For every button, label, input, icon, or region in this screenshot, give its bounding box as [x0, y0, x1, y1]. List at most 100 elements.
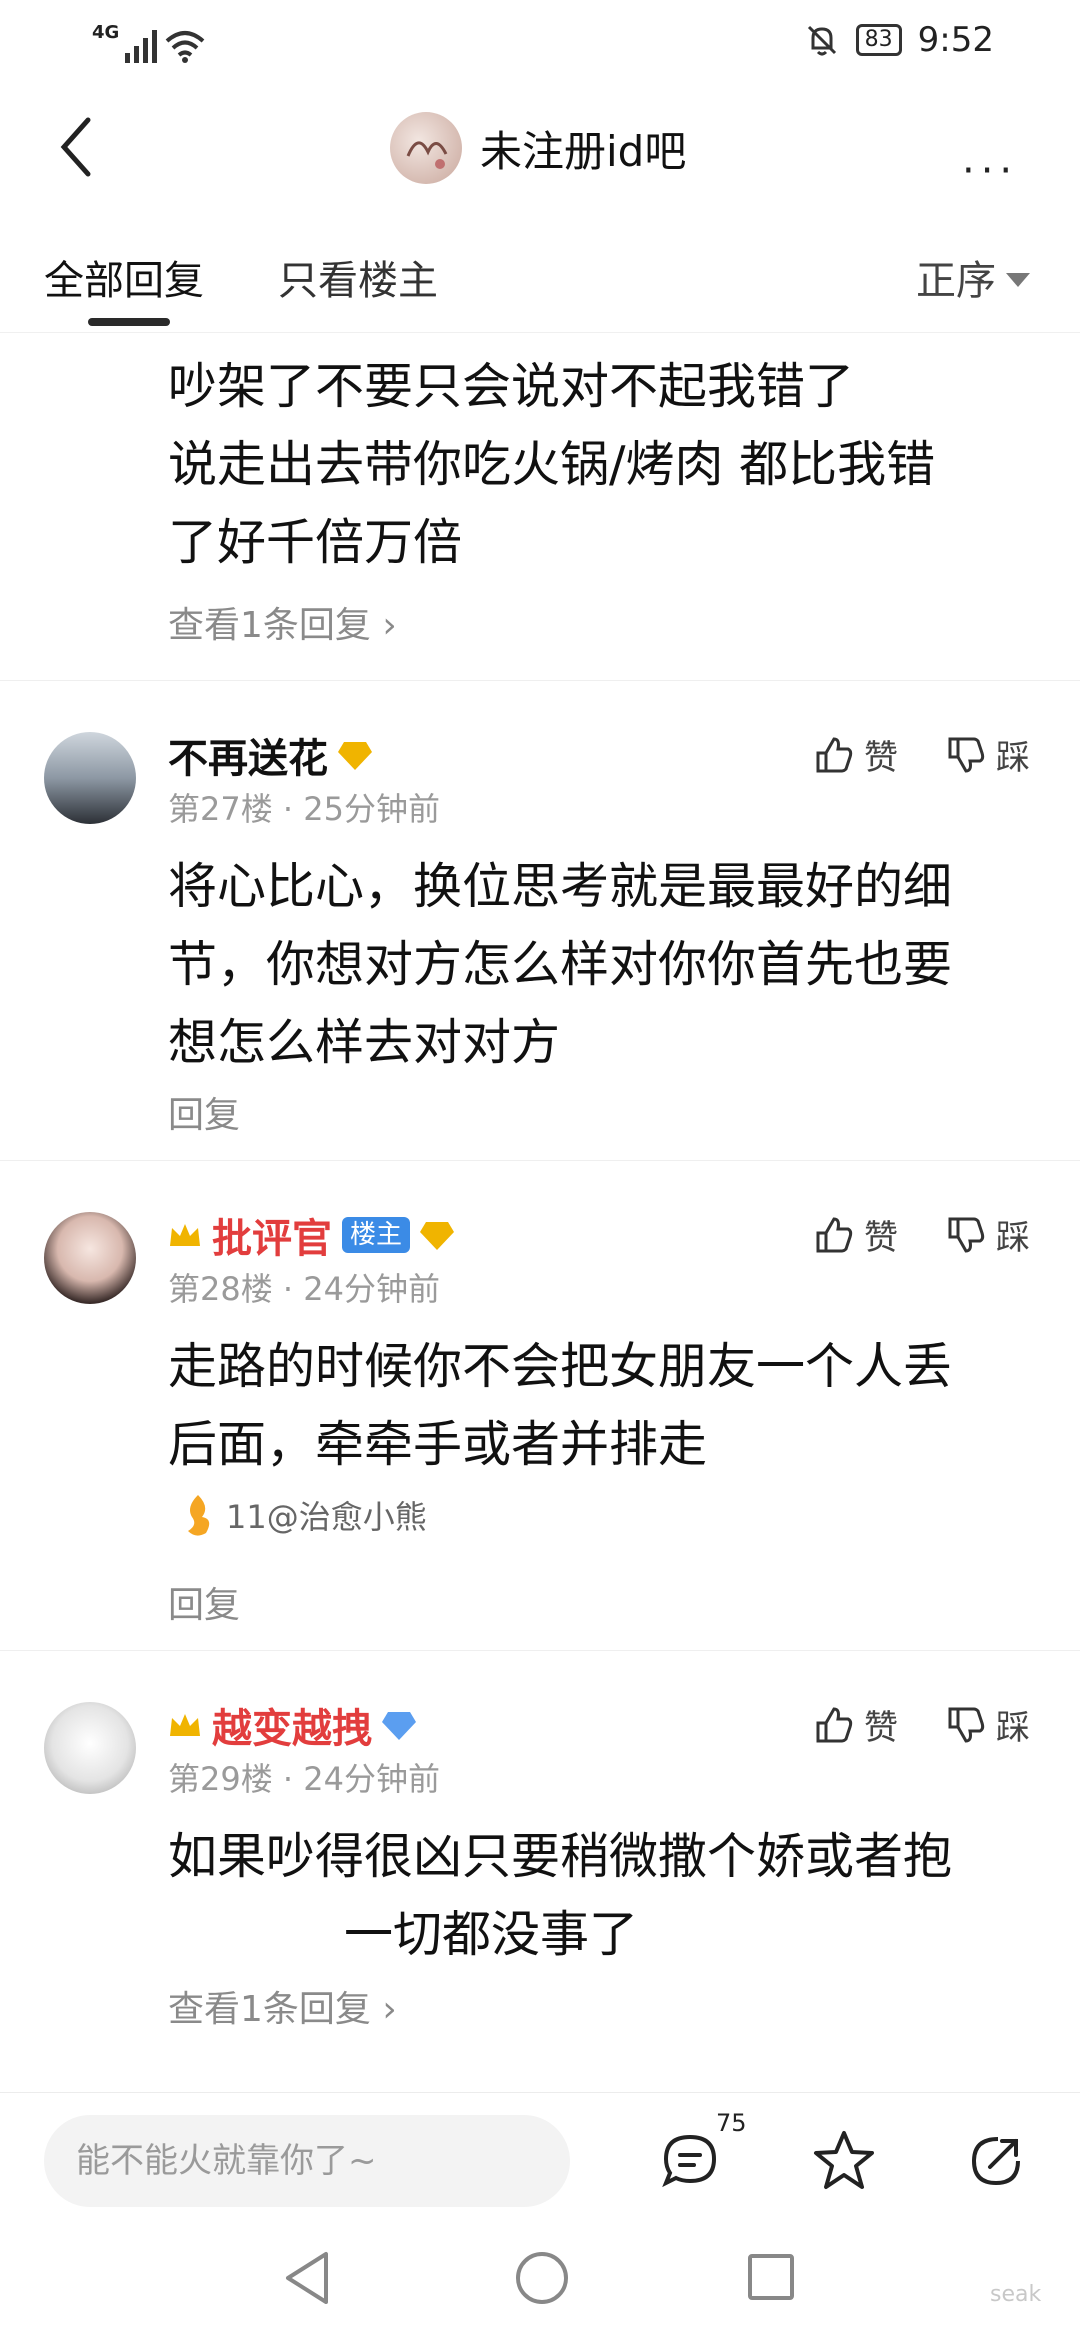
more-icon: ···	[962, 148, 1019, 194]
comment-bubble-icon	[662, 2134, 717, 2188]
forum-header[interactable]: 未注册id吧	[390, 112, 686, 184]
view-replies-label: 查看1条回复	[168, 605, 371, 646]
post-line: 一切都没事了	[344, 1906, 639, 1963]
chevron-right-icon: ›	[382, 1989, 397, 2030]
system-nav-bar: seak	[0, 2212, 1080, 2340]
comment-bar: 75	[0, 2092, 1080, 2213]
tab-all-replies[interactable]: 全部回复	[44, 248, 204, 306]
like-label: 赞	[864, 738, 898, 778]
active-tab-indicator	[88, 318, 170, 326]
post-partial: 吵架了不要只会说对不起我错了 说走出去带你吃火锅/烤肉 都比我错 了好千倍万倍 …	[168, 348, 1048, 648]
network-type: 4G	[92, 22, 120, 43]
dislike-label: 踩	[996, 738, 1030, 778]
divider	[0, 1650, 1080, 1651]
sort-dropdown[interactable]: 正序	[916, 248, 1030, 306]
chevron-right-icon: ›	[382, 605, 397, 646]
avatar[interactable]	[44, 1212, 136, 1304]
post-line: 将心比心，换位思考就是最最好的细	[168, 858, 953, 915]
dislike-button[interactable]: 踩	[946, 1700, 1030, 1749]
top-nav: 未注册id吧 ···	[0, 98, 1080, 208]
more-options-button[interactable]: ···	[962, 148, 1018, 194]
caret-down-icon	[1006, 273, 1030, 287]
share-icon	[971, 2137, 1020, 2186]
wifi-icon	[165, 31, 205, 63]
comment-input[interactable]	[44, 2115, 570, 2207]
thumbs-up-icon	[816, 1706, 853, 1742]
post-29: 越变越拽 第29楼 · 24分钟前 赞 踩 如果吵得很凶只要稍微撒个娇或者抱 一…	[0, 1690, 1080, 2050]
like-button[interactable]: 赞	[814, 1700, 898, 1749]
dislike-button[interactable]: 踩	[946, 1210, 1030, 1259]
username[interactable]: 不再送花	[168, 726, 328, 784]
post-line: 如果吵得很凶只要稍微撒个娇或者抱	[168, 1828, 953, 1885]
username[interactable]: 批评官	[212, 1206, 332, 1264]
like-label: 赞	[864, 1218, 898, 1258]
signal-icon	[125, 30, 158, 63]
system-recents-button[interactable]	[746, 2252, 796, 2306]
reply-filter-tabs: 全部回复 只看楼主 正序	[0, 236, 1080, 333]
mute-bell-icon	[807, 25, 836, 56]
avatar[interactable]	[44, 1702, 136, 1794]
level-badge-icon	[382, 1712, 416, 1740]
thumbs-up-icon	[816, 736, 853, 772]
thumbs-up-icon	[816, 1216, 853, 1252]
view-replies-link[interactable]: 查看1条回复 ›	[168, 596, 1048, 648]
thumbs-down-icon	[948, 1217, 985, 1253]
forum-name: 未注册id吧	[480, 126, 687, 176]
flame-icon	[188, 1495, 210, 1536]
tail-signature: 11@治愈小熊	[180, 1492, 427, 1538]
post-line: 说走出去带你吃火锅/烤肉 都比我错	[168, 436, 936, 493]
comment-input-box[interactable]	[44, 2115, 570, 2207]
dislike-label: 踩	[996, 1218, 1030, 1258]
floor-time: 第27楼 · 25分钟前	[168, 790, 440, 828]
user-line: 不再送花	[168, 726, 372, 784]
comments-button[interactable]	[660, 2131, 720, 2195]
user-line: 越变越拽	[168, 1696, 416, 1754]
back-button[interactable]	[56, 112, 116, 192]
system-back-button[interactable]	[282, 2250, 334, 2310]
chevron-left-icon	[60, 117, 91, 177]
square-recents-icon	[748, 2254, 794, 2300]
dislike-label: 踩	[996, 1708, 1030, 1748]
battery-indicator: 83	[855, 24, 902, 56]
tab-owner-only[interactable]: 只看楼主	[278, 248, 438, 306]
post-content: 吵架了不要只会说对不起我错了 说走出去带你吃火锅/烤肉 都比我错 了好千倍万倍	[168, 348, 1048, 582]
crown-icon	[170, 1714, 200, 1736]
post-line: 吵架了不要只会说对不起我错了	[168, 358, 855, 415]
signal-wifi-group: 4G	[92, 22, 205, 63]
post-content: 将心比心，换位思考就是最最好的细 节，你想对方怎么样对你你首先也要 想怎么样去对…	[168, 848, 1048, 1082]
dislike-button[interactable]: 踩	[946, 730, 1030, 779]
status-right: 83 9:52	[804, 20, 994, 60]
triangle-back-icon	[286, 2252, 328, 2304]
post-28: 批评官 楼主 第28楼 · 24分钟前 赞 踩 走路的时候你不会把女朋友一个人丢…	[0, 1200, 1080, 1640]
favorite-button[interactable]	[812, 2129, 876, 2197]
level-badge-icon	[420, 1222, 455, 1250]
post-content: 走路的时候你不会把女朋友一个人丢 后面，牵牵手或者并排走	[168, 1328, 1048, 1484]
thumbs-down-icon	[948, 1707, 985, 1743]
thumbs-down-icon	[948, 737, 985, 773]
system-home-button[interactable]	[514, 2250, 570, 2310]
share-button[interactable]	[966, 2131, 1026, 2195]
sort-label: 正序	[916, 258, 996, 304]
comment-count: 75	[716, 2109, 747, 2137]
post-content: 如果吵得很凶只要稍微撒个娇或者抱 一切都没事了	[168, 1818, 1048, 1974]
divider	[0, 680, 1080, 681]
view-replies-link[interactable]: 查看1条回复 ›	[168, 1980, 397, 2032]
user-line: 批评官 楼主	[168, 1206, 455, 1264]
post-line: 节，你想对方怎么样对你你首先也要	[168, 936, 953, 993]
floor-time: 第29楼 · 24分钟前	[168, 1760, 440, 1798]
post-line: 想怎么样去对对方	[168, 1014, 561, 1071]
tail-text: 11@治愈小熊	[226, 1498, 427, 1536]
like-button[interactable]: 赞	[814, 730, 898, 779]
floor-time: 第28楼 · 24分钟前	[168, 1270, 440, 1308]
circle-home-icon	[516, 2252, 568, 2304]
post-27: 不再送花 第27楼 · 25分钟前 赞 踩 将心比心，换位思考就是最最好的细 节…	[0, 720, 1080, 1140]
crown-icon	[170, 1224, 200, 1246]
reply-link[interactable]: 回复	[168, 1576, 240, 1628]
view-replies-label: 查看1条回复	[168, 1989, 371, 2030]
username[interactable]: 越变越拽	[212, 1696, 372, 1754]
avatar[interactable]	[44, 732, 136, 824]
like-button[interactable]: 赞	[814, 1210, 898, 1259]
reply-link[interactable]: 回复	[168, 1086, 240, 1138]
owner-badge: 楼主	[342, 1217, 411, 1253]
divider	[0, 1160, 1080, 1161]
